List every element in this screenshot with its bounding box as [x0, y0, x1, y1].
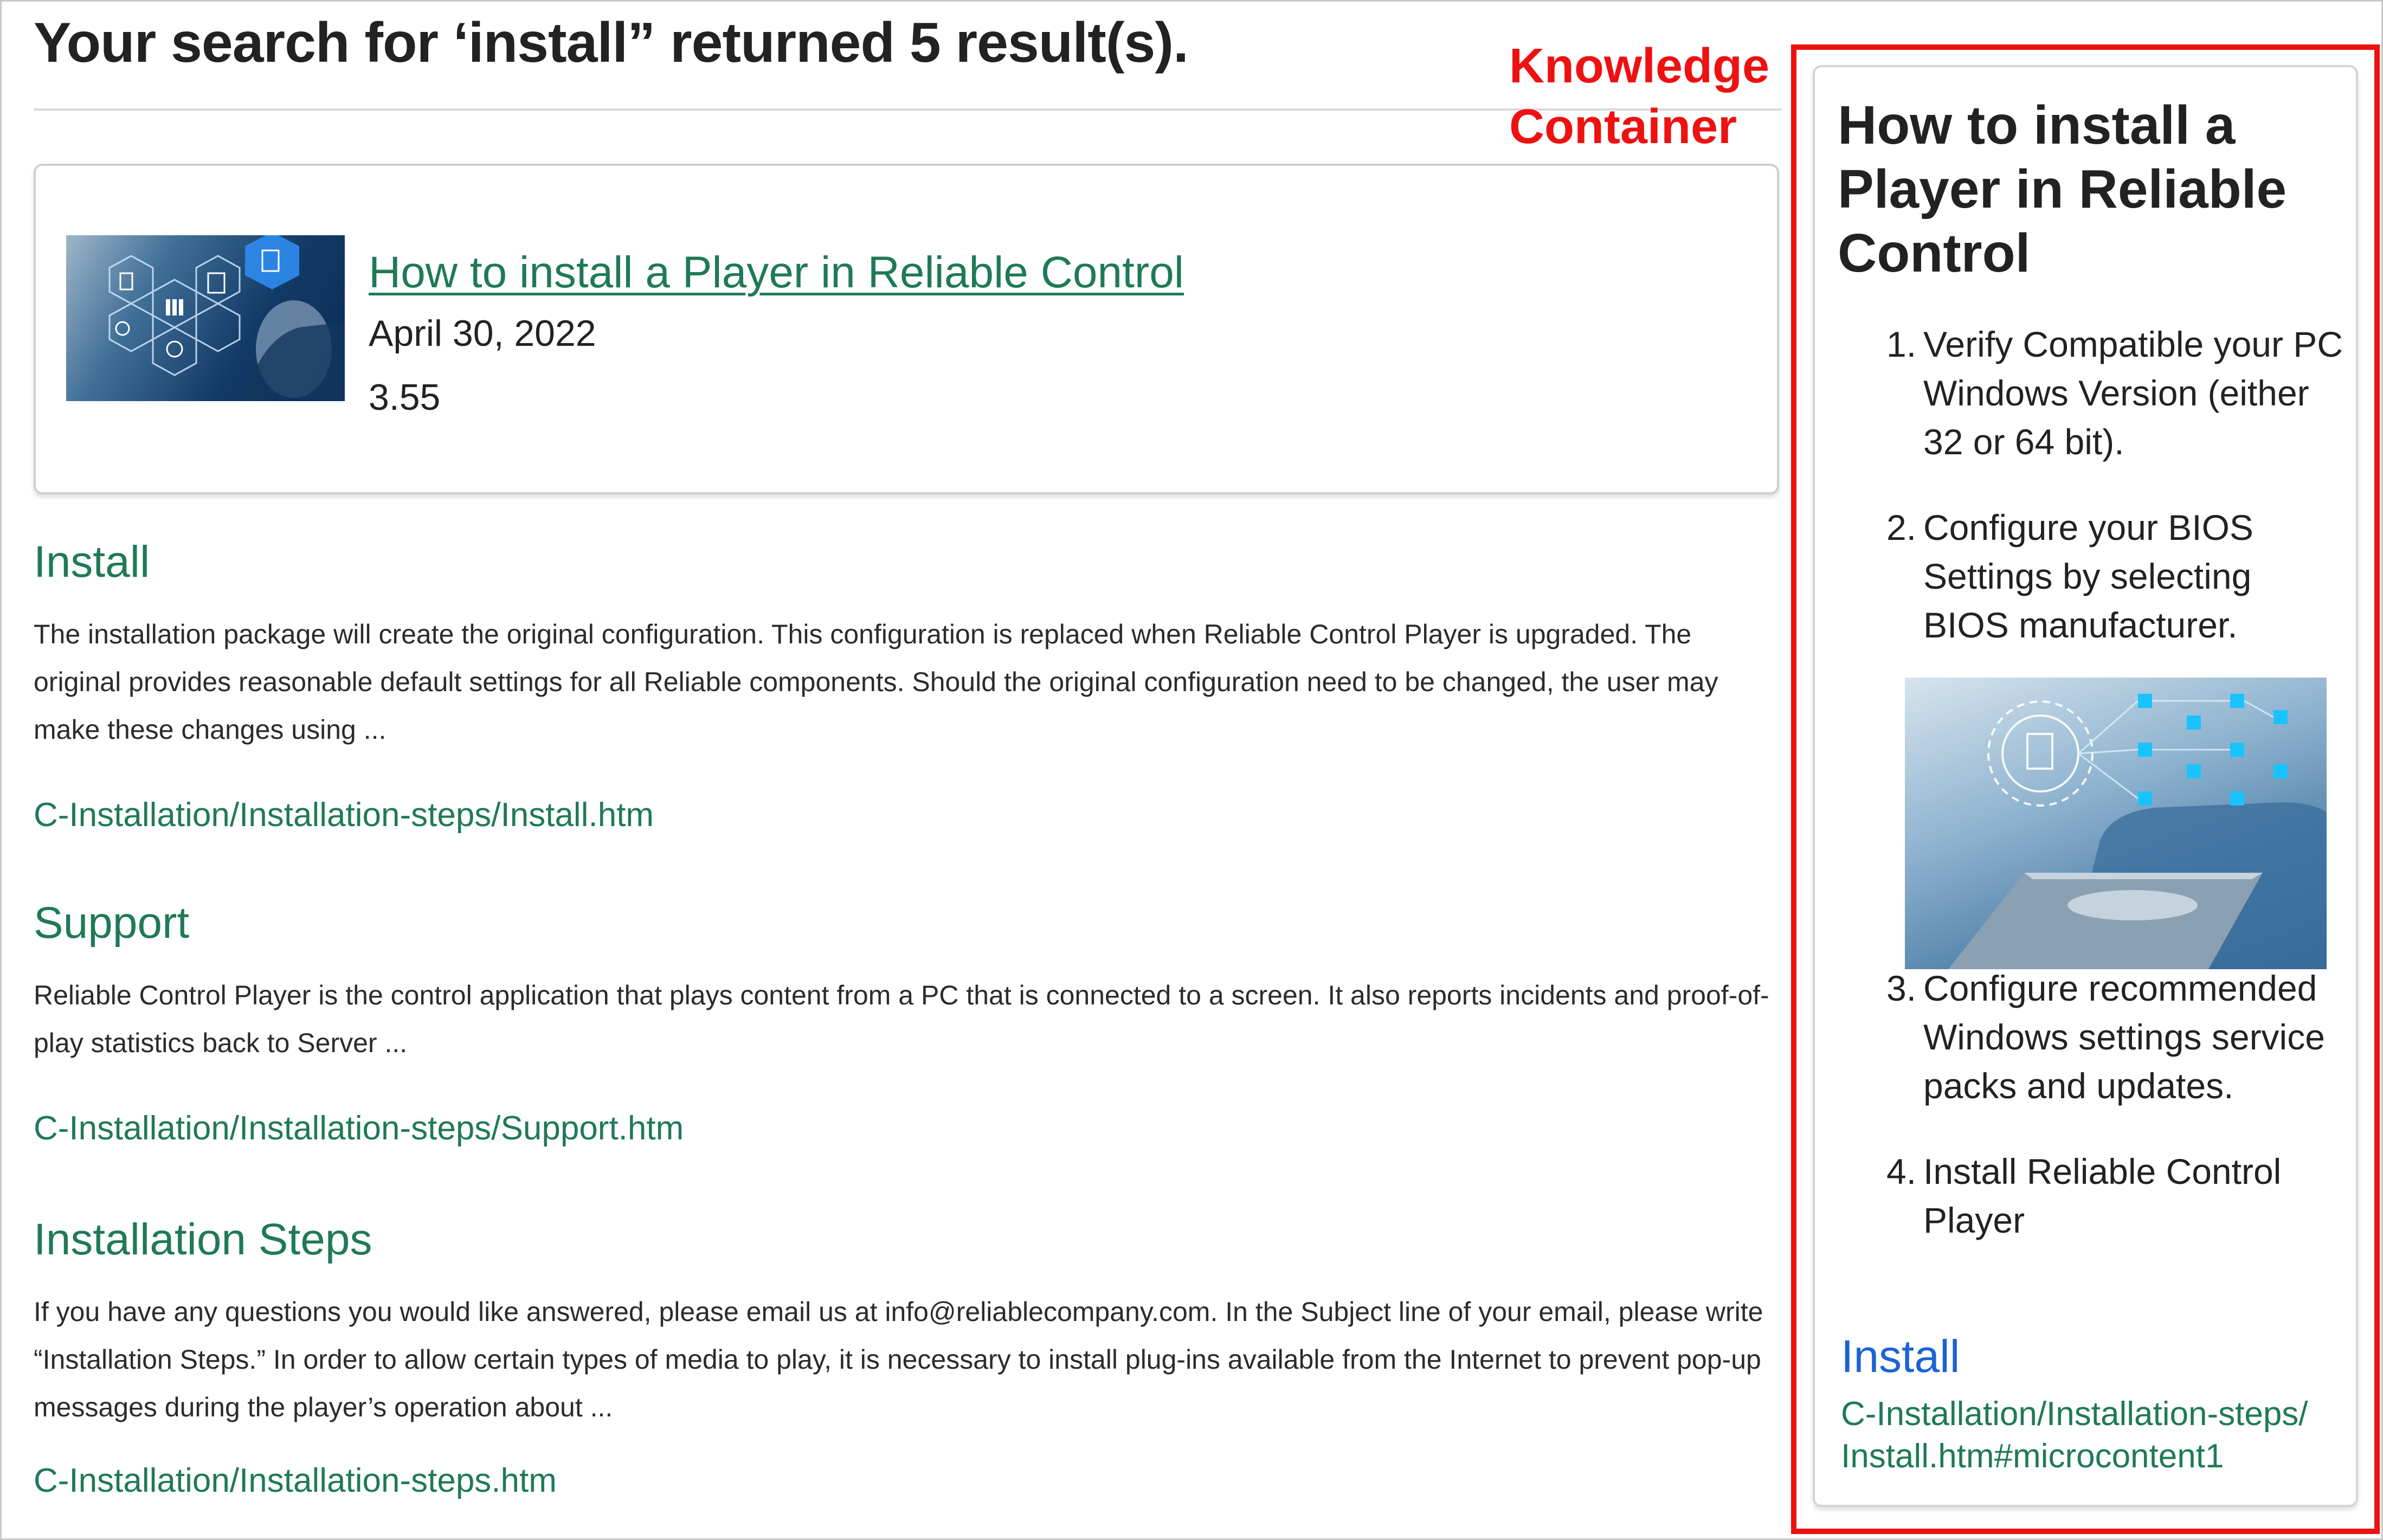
step-number: 3. — [1886, 968, 1917, 1008]
result-snippet: The installation package will create the… — [34, 619, 1718, 745]
result-url-link[interactable]: C-Installation/Installation-steps.htm — [34, 1461, 557, 1500]
annotation-line-1: Knowledge — [1509, 39, 1770, 93]
step-text: Verify Compatible your PC Windows Versio… — [1923, 324, 2343, 462]
top-result-score: 3.55 — [369, 377, 441, 418]
step-text: Configure recommended Windows settings s… — [1923, 968, 2325, 1106]
step-text: Configure your BIOS Settings by selectin… — [1923, 507, 2253, 645]
knowledge-title: How to install a Player in Reliable Cont… — [1838, 95, 2287, 283]
top-result-title-link[interactable]: How to install a Player in Reliable Cont… — [369, 247, 1184, 298]
search-headline: Your search for ‘install” returned 5 res… — [34, 11, 1189, 74]
knowledge-link-title[interactable]: Install — [1841, 1330, 1960, 1383]
result-title-link[interactable]: Install — [34, 537, 1781, 588]
step-text: Install Reliable Control Player — [1923, 1151, 2282, 1240]
result-snippet: Reliable Control Player is the control a… — [34, 980, 1769, 1058]
knowledge-link-url[interactable]: C-Installation/Installation-steps/ Insta… — [1841, 1393, 2350, 1478]
result-url-link[interactable]: C-Installation/Installation-steps/Suppor… — [34, 1109, 684, 1148]
result-snippet: If you have any questions you would like… — [34, 1297, 1763, 1422]
result-title-link[interactable]: Support — [34, 898, 1781, 949]
laptop-network-icon — [1948, 694, 2327, 969]
result-url-link[interactable]: C-Installation/Installation-steps/Instal… — [34, 796, 654, 834]
step-number: 4. — [1886, 1151, 1917, 1191]
step-number: 2. — [1886, 507, 1917, 547]
top-result-date: April 30, 2022 — [369, 313, 596, 354]
digital-documents-icon — [108, 235, 345, 401]
search-result-installation-steps: Installation Steps If you have any quest… — [34, 1214, 1781, 1499]
search-result-install: Install The installation package will cr… — [34, 537, 1781, 834]
knowledge-container-panel: How to install a Player in Reliable Cont… — [1813, 65, 2358, 1507]
result-title-link[interactable]: Installation Steps — [34, 1214, 1781, 1265]
annotation-line-2: Container — [1509, 100, 1737, 154]
search-result-support: Support Reliable Control Player is the c… — [34, 898, 1781, 1147]
knowledge-container-annotation: Knowledge Container — [1509, 36, 1769, 157]
top-result-card[interactable]: How to install a Player in Reliable Cont… — [34, 164, 1779, 494]
laptop-data-network-image — [1905, 678, 2327, 969]
top-result-thumbnail — [66, 235, 345, 401]
step-number: 1. — [1886, 324, 1917, 364]
